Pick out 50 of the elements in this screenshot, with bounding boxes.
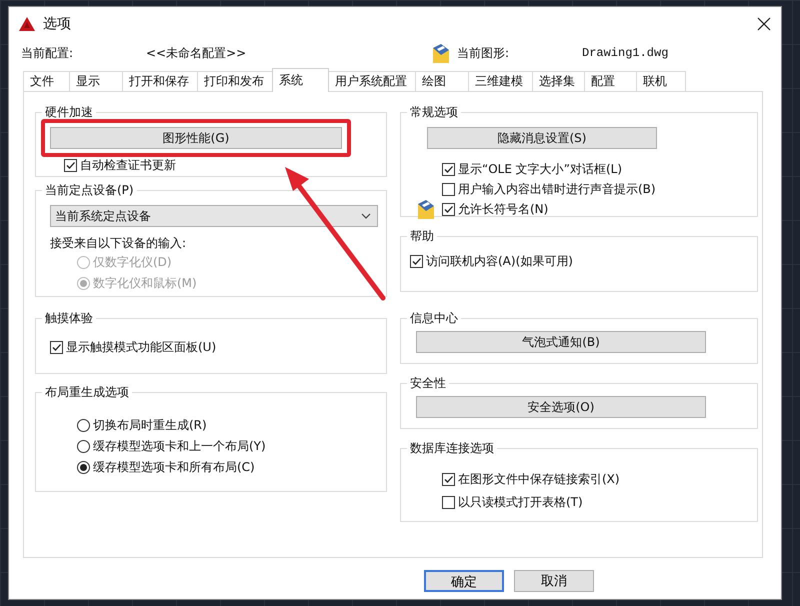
dropdown-value: 当前系统定点设备 bbox=[55, 208, 151, 224]
checkmark-icon bbox=[443, 204, 454, 214]
profile-label: 当前配置: bbox=[21, 44, 74, 62]
checkmark-icon bbox=[65, 160, 76, 170]
button[interactable]: 确定 bbox=[424, 570, 504, 592]
radio-circle[interactable] bbox=[77, 440, 90, 453]
button[interactable]: 取消 bbox=[514, 570, 594, 592]
checkbox[interactable]: 显示“OLE 文字大小”对话框(L) bbox=[442, 160, 624, 178]
button[interactable]: 安全选项(O) bbox=[416, 396, 706, 418]
button[interactable]: 隐藏消息设置(S) bbox=[427, 127, 657, 149]
checkbox[interactable]: 在图形文件中保存链接索引(X) bbox=[442, 470, 622, 488]
button[interactable]: 图形性能(G) bbox=[50, 127, 342, 149]
checkbox[interactable]: 允许长符号名(N) bbox=[442, 200, 550, 218]
tab[interactable]: 文件 bbox=[23, 71, 70, 91]
checkbox[interactable]: 显示触摸模式功能区面板(U) bbox=[50, 338, 218, 356]
drawing-name: Drawing1.dwg bbox=[582, 46, 668, 60]
radio-circle[interactable] bbox=[77, 419, 90, 432]
radio-button[interactable]: 缓存模型选项卡和上一个布局(Y) bbox=[77, 437, 268, 456]
window-title: 选项 bbox=[43, 15, 72, 33]
group-title: 当前定点设备(P) bbox=[44, 182, 135, 199]
checkbox[interactable]: 自动检查证书更新 bbox=[64, 156, 178, 174]
radio-button[interactable]: 切换布局时重生成(R) bbox=[77, 416, 209, 435]
group-title: 安全性 bbox=[409, 375, 447, 392]
close-icon[interactable] bbox=[757, 17, 771, 31]
drawing-label: 当前图形: bbox=[457, 44, 510, 62]
dropdown[interactable]: 当前系统定点设备 bbox=[50, 205, 378, 227]
radio-circle[interactable] bbox=[77, 461, 90, 474]
group-title: 布局重生成选项 bbox=[44, 384, 130, 401]
checkmark-icon bbox=[51, 342, 62, 352]
button[interactable]: 气泡式通知(B) bbox=[416, 331, 706, 353]
tab[interactable]: 联机 bbox=[636, 71, 686, 91]
checkmark-icon bbox=[411, 256, 422, 266]
checkbox[interactable]: 用户输入内容出错时进行声音提示(B) bbox=[442, 180, 658, 198]
input-label: 接受来自以下设备的输入: bbox=[50, 235, 186, 252]
checkbox[interactable]: 访问联机内容(A)(如果可用) bbox=[410, 252, 575, 270]
group-title: 硬件加速 bbox=[44, 104, 94, 121]
radio-button[interactable]: 缓存模型选项卡和所有布局(C) bbox=[77, 458, 257, 477]
group-title: 数据库连接选项 bbox=[409, 440, 495, 457]
checkmark-icon bbox=[443, 164, 454, 174]
tab[interactable]: 系统 bbox=[272, 68, 329, 92]
group-title: 常规选项 bbox=[409, 104, 459, 121]
group-title: 帮助 bbox=[409, 228, 435, 245]
triangle-icon bbox=[19, 17, 35, 31]
chevron-icon bbox=[361, 213, 371, 219]
profile-name: <<未命名配置>> bbox=[146, 44, 248, 62]
group-title: 触摸体验 bbox=[44, 310, 94, 327]
checkmark-icon bbox=[443, 474, 454, 484]
checkbox[interactable]: 以只读模式打开表格(T) bbox=[442, 492, 585, 512]
group-title: 信息中心 bbox=[409, 310, 459, 327]
file-icon bbox=[431, 42, 451, 64]
